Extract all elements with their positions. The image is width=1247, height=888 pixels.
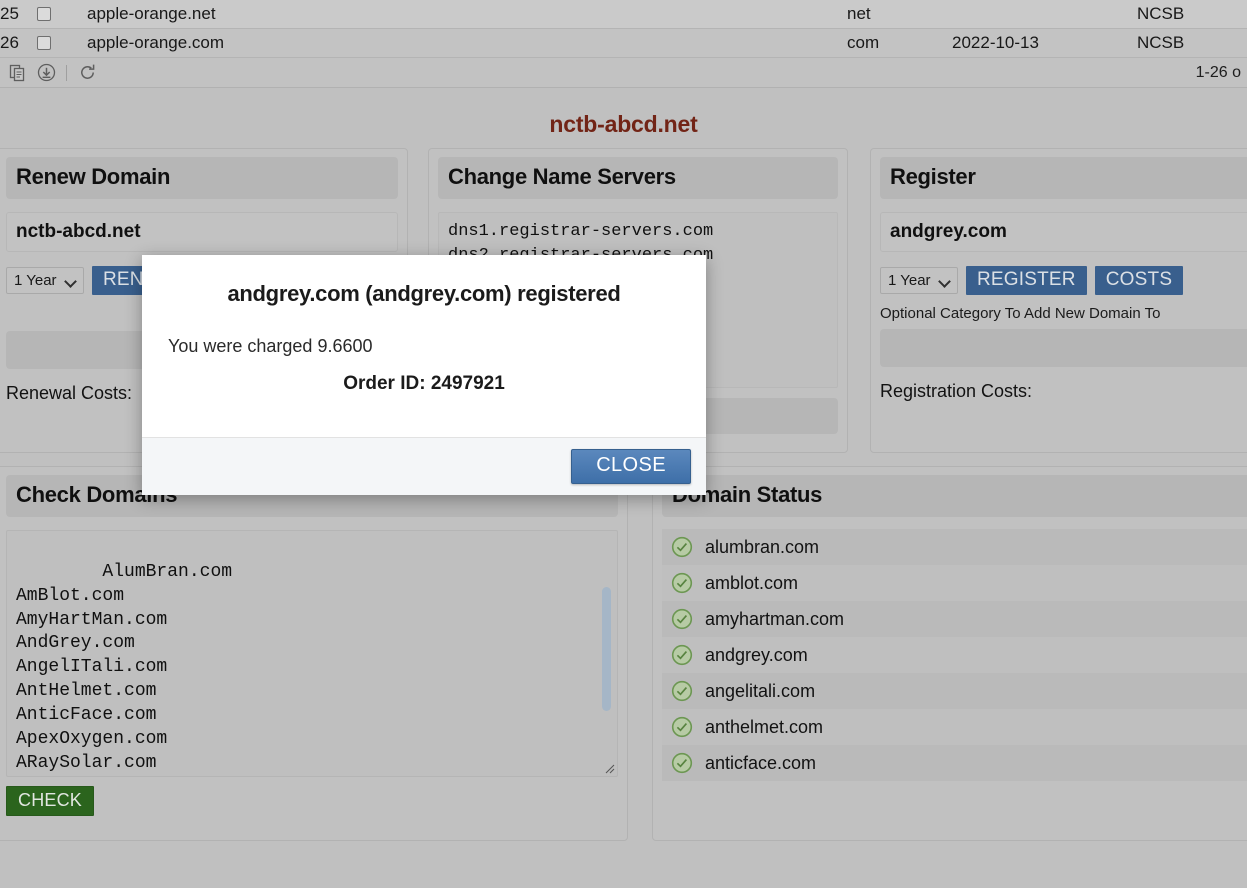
dialog-title: andgrey.com (andgrey.com) registered [227,281,621,306]
dialog-charge-text: You were charged 9.6600 [168,336,373,356]
close-button[interactable]: CLOSE [571,449,691,484]
registration-result-dialog: andgrey.com (andgrey.com) registered You… [142,255,706,495]
dialog-body: andgrey.com (andgrey.com) registered You… [142,255,706,437]
dialog-order-id: Order ID: 2497921 [343,373,505,394]
dialog-footer: CLOSE [142,437,706,495]
